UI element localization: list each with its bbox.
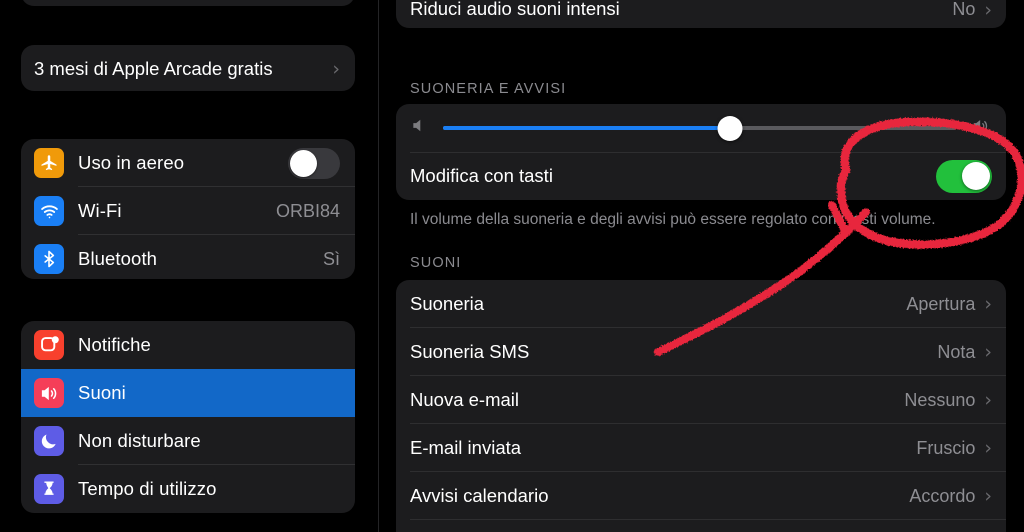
sidebar-item-bluetooth[interactable]: Bluetooth Sì: [21, 235, 355, 279]
airplane-mode-toggle[interactable]: [288, 147, 340, 179]
row-value: Nota: [937, 341, 976, 362]
sidebar-item-wifi[interactable]: Wi-Fi ORBI84: [21, 187, 355, 235]
ios-settings-screenshot: 3 mesi di Apple Arcade gratis › Uso in a…: [0, 0, 1024, 532]
sidebar-item-label: Non disturbare: [78, 430, 201, 451]
sidebar-item-screen-time[interactable]: Tempo di utilizzo: [21, 465, 355, 513]
row-label: Modifica con tasti: [410, 165, 553, 186]
volume-footnote: Il volume della suoneria e degli avvisi …: [410, 211, 936, 228]
row-value: Apertura: [906, 293, 976, 314]
bluetooth-icon: [34, 244, 64, 274]
pane-divider: [378, 0, 379, 532]
sidebar-card-connectivity: Uso in aereo Wi-Fi ORBI84 Bluetooth Sì: [21, 139, 355, 279]
speaker-waves-icon: [34, 378, 64, 408]
bluetooth-state-value: Sì: [322, 248, 340, 269]
row-separator: [410, 152, 1006, 153]
chevron-right-icon: ›: [984, 292, 992, 315]
sidebar-item-label: Notifiche: [78, 334, 151, 355]
row-label: Suoneria: [410, 293, 485, 314]
row-value: Accordo: [909, 485, 976, 506]
chevron-right-icon: ›: [984, 388, 992, 411]
sidebar-card-partial-top: [21, 0, 355, 6]
sidebar-item-label: Tempo di utilizzo: [78, 478, 217, 499]
chevron-right-icon: ›: [984, 340, 992, 363]
chevron-right-icon: ›: [984, 484, 992, 507]
row-reduce-loud-sounds[interactable]: Riduci audio suoni intensi No ›: [396, 0, 1006, 28]
toggle-knob: [961, 162, 990, 190]
sidebar-item-apple-arcade-promo[interactable]: 3 mesi di Apple Arcade gratis ›: [21, 45, 355, 91]
main-card-sounds: Suoneria Apertura › Suoneria SMS Nota › …: [396, 280, 1006, 532]
row-sent-mail[interactable]: E-mail inviata Fruscio ›: [396, 424, 1006, 472]
sidebar-item-airplane-mode[interactable]: Uso in aereo: [21, 139, 355, 187]
speaker-low-icon: [410, 116, 429, 140]
settings-sidebar: 3 mesi di Apple Arcade gratis › Uso in a…: [0, 0, 378, 532]
row-sms-tone[interactable]: Suoneria SMS Nota ›: [396, 328, 1006, 376]
change-with-buttons-toggle[interactable]: [936, 159, 992, 193]
main-card-partial-top: Riduci audio suoni intensi No ›: [396, 0, 1006, 28]
promo-label: 3 mesi di Apple Arcade gratis: [34, 58, 273, 79]
main-card-volume: Modifica con tasti: [396, 104, 1006, 200]
row-new-mail[interactable]: Nuova e-mail Nessuno ›: [396, 376, 1006, 424]
section-header-sounds: SUONI: [410, 255, 462, 271]
section-header-ringtones-alerts: SUONERIA E AVVISI: [410, 81, 567, 97]
chevron-right-icon: ›: [984, 436, 992, 459]
wifi-icon: [34, 196, 64, 226]
moon-icon: [34, 426, 64, 456]
sounds-detail-pane: Riduci audio suoni intensi No › SUONERIA…: [378, 0, 1024, 532]
sidebar-item-label: Bluetooth: [78, 248, 158, 269]
volume-slider[interactable]: [443, 115, 956, 141]
toggle-knob: [290, 149, 317, 177]
row-value: Fruscio: [916, 437, 976, 458]
row-ringtone[interactable]: Suoneria Apertura ›: [396, 280, 1006, 328]
sidebar-card-promo: 3 mesi di Apple Arcade gratis ›: [21, 45, 355, 91]
row-change-with-buttons[interactable]: Modifica con tasti: [396, 152, 1006, 200]
wifi-network-value: ORBI84: [275, 200, 340, 221]
row-value: Nessuno: [904, 389, 976, 410]
sidebar-item-notifications[interactable]: Notifiche: [21, 321, 355, 369]
volume-slider-row: [396, 104, 1006, 152]
chevron-right-icon: ›: [332, 57, 340, 80]
sidebar-card-system: Notifiche Suoni Non disturbare Tempo di …: [21, 321, 355, 513]
sidebar-item-label: Wi-Fi: [78, 200, 122, 221]
hourglass-icon: [34, 474, 64, 504]
chevron-right-icon: ›: [984, 0, 992, 21]
row-separator: [410, 519, 1006, 520]
sidebar-item-label: Uso in aereo: [78, 152, 185, 173]
sidebar-item-sounds[interactable]: Suoni: [21, 369, 355, 417]
row-label: Nuova e-mail: [410, 389, 519, 410]
row-label: Riduci audio suoni intensi: [410, 0, 620, 19]
row-label: Avvisi calendario: [410, 485, 549, 506]
slider-fill: [443, 126, 731, 130]
speaker-high-icon: [970, 116, 992, 141]
slider-thumb[interactable]: [717, 115, 743, 141]
row-value: No: [952, 0, 976, 19]
row-calendar-alerts[interactable]: Avvisi calendario Accordo ›: [396, 472, 1006, 520]
sidebar-item-do-not-disturb[interactable]: Non disturbare: [21, 417, 355, 465]
row-label: E-mail inviata: [410, 437, 522, 458]
row-label: Suoneria SMS: [410, 341, 530, 362]
notifications-icon: [34, 330, 64, 360]
sidebar-item-label: Suoni: [78, 382, 126, 403]
airplane-icon: [34, 148, 64, 178]
